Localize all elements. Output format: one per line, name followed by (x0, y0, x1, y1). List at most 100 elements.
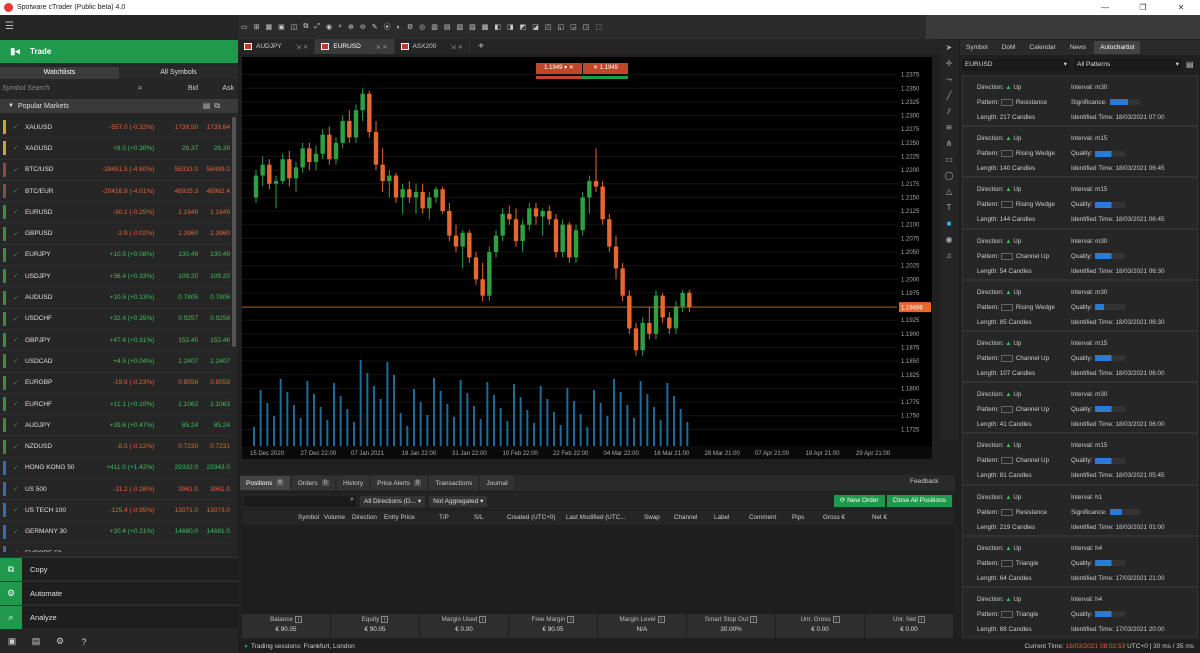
row-ask[interactable]: 0.7231 (198, 443, 230, 450)
new-order-button[interactable]: ⟳ New Order (833, 495, 885, 507)
toolbar-icon[interactable]: ▨ (469, 23, 476, 31)
right-tab[interactable]: Calendar (1023, 41, 1061, 54)
bottom-tab[interactable]: Orders 0 (291, 476, 335, 490)
column-header[interactable]: Channel (674, 514, 697, 521)
toolbar-icon[interactable]: ◐ (397, 24, 401, 31)
row-ask[interactable]: 29343.0 (198, 464, 231, 471)
toolbar-icon[interactable]: ✎ (372, 23, 378, 31)
column-header[interactable]: Label (714, 514, 729, 521)
toolbar-icon[interactable]: ◱ (558, 23, 565, 31)
column-header[interactable]: Entry Price (384, 514, 415, 521)
column-header[interactable]: Direction (352, 514, 377, 521)
pattern-card[interactable]: Direction: ▲ Up Interval: m30 Pattern: R… (962, 75, 1198, 127)
toolbar-icon[interactable]: ◧ (494, 23, 501, 31)
hamburger-menu-icon[interactable]: ☰ (5, 22, 17, 32)
info-icon[interactable]: i (381, 616, 389, 623)
watchlist-row[interactable]: ✓ XAUUSD -557.0 (-0.32%) 1739.50 1739.64 (0, 117, 231, 139)
bottom-tab[interactable]: History (336, 476, 370, 490)
cursor-icon[interactable]: ➤ (946, 40, 953, 56)
row-ask[interactable]: 85.24 (198, 422, 230, 429)
sell-price-button[interactable]: 1.1949 ▾ ✕ (536, 63, 582, 74)
watchlist-row[interactable]: ✓ NZDUSD -8.5 (-0.12%) 0.7230 0.7231 (0, 436, 230, 458)
price-chart[interactable]: 1.2375 1.2350 1.2325 1.2300 1.2275 1.2250 1.22… (242, 57, 932, 459)
toolbar-icon[interactable]: ◩ (520, 23, 527, 31)
bottom-tab[interactable]: Price Alerts 0 (371, 476, 428, 490)
pattern-card[interactable]: Direction: ▲ Up Interval: m15 Pattern: C… (962, 330, 1198, 383)
toolbar-icon[interactable]: ⊞ (254, 23, 260, 31)
quick-trade-box[interactable]: 1.1949 ▾ ✕ ✕ 1.1949 (536, 63, 628, 74)
nav-analyze[interactable]: ⌕ Analyze (0, 605, 238, 629)
pattern-card[interactable]: Direction: ▲ Up Interval: m15 Pattern: R… (962, 126, 1198, 178)
row-bid[interactable]: 3961.0 (154, 486, 198, 493)
row-ask[interactable]: 0.9258 (198, 315, 230, 322)
info-icon[interactable]: i (657, 616, 665, 623)
right-tab[interactable]: Symbol (960, 41, 994, 54)
feedback-link[interactable]: Feedback (910, 478, 939, 485)
row-bid[interactable]: 0.9257 (154, 315, 198, 322)
toolbar-icon[interactable]: ▧ (457, 23, 464, 31)
toolbar-icon[interactable]: ⌕ (338, 23, 342, 31)
toolbar-icon[interactable]: ⤢ (314, 23, 320, 31)
tab-all-symbols[interactable]: All Symbols (119, 67, 238, 79)
toolbar-icon[interactable]: ▥ (431, 23, 438, 31)
row-bid[interactable]: 1.1062 (154, 401, 198, 408)
row-bid[interactable]: 13071.0 (154, 507, 199, 514)
directions-dropdown[interactable]: All Directions (D... ▾ (360, 495, 426, 507)
tab-watchlists[interactable]: Watchlists (0, 67, 119, 79)
workspace-icon[interactable]: ▤ (24, 636, 48, 647)
watchlist-scrollbar[interactable] (232, 117, 236, 347)
watchlist-row[interactable]: ✓ EUROPE 50 (0, 543, 230, 552)
watchlist-row[interactable]: ✓ USDCAD +4.5 (+0.04%) 1.2407 1.2407 (0, 351, 230, 373)
toolbar-icon[interactable]: ⚙ (407, 23, 413, 31)
info-icon[interactable]: i (294, 616, 302, 623)
chart-tab[interactable]: EURUSD ⇲ ✕ (315, 39, 395, 54)
filter-icon[interactable]: ▤ (1186, 60, 1194, 69)
chart-tab[interactable]: ASX200 ⇲ ✕ (395, 39, 471, 54)
bottom-tab[interactable]: Transactions (429, 476, 479, 490)
column-header[interactable]: S/L (474, 514, 483, 521)
watchlist-row[interactable]: ✓ BTC/USD -28451.5 (-4.60%) 58333.0 5849… (0, 160, 230, 181)
row-bid[interactable]: 109.20 (154, 273, 198, 280)
info-icon[interactable]: i (567, 616, 575, 623)
row-bid[interactable]: 0.7230 (154, 443, 198, 450)
watchlist-row[interactable]: ✓ US 500 -11.2 (-0.28%) 3961.0 3961.0 (0, 479, 230, 501)
column-header[interactable]: T/P (439, 514, 449, 521)
nav-automate[interactable]: ⚙ Automate (0, 581, 238, 605)
row-ask[interactable]: 0.8559 (198, 379, 230, 386)
toolbar-icon[interactable]: ▣ (278, 23, 285, 31)
pattern-card[interactable]: Direction: ▲ Up Interval: m15 Pattern: C… (962, 433, 1198, 485)
maximize-button[interactable]: ❐ (1124, 3, 1162, 12)
group-tools-icon[interactable]: ▤⧉ (203, 101, 224, 111)
pattern-card[interactable]: Direction: ▲ Up Interval: m15 Pattern: R… (962, 177, 1198, 229)
row-ask[interactable]: 1739.64 (198, 124, 231, 131)
toolbar-icon[interactable]: ⊖ (360, 23, 366, 31)
positions-search-input[interactable]: ⌕ (244, 495, 356, 507)
watchlist-row[interactable]: ✓ USDJPY +36.4 (+0.33%) 109.20 109.20 (0, 266, 230, 288)
row-bid[interactable]: 48925.3 (154, 188, 199, 195)
close-tab-icon[interactable]: ⇲ ✕ (450, 43, 463, 51)
watchlist-row[interactable]: ✓ EURJPY +10.5 (+0.08%) 130.49 130.49 (0, 245, 230, 267)
row-ask[interactable]: 109.20 (198, 273, 230, 280)
right-tab[interactable]: DoM (996, 41, 1022, 54)
watchlist-row[interactable]: ✓ GBPUSD -2.9 (-0.02%) 1.3960 1.3960 (0, 223, 230, 245)
right-tab[interactable]: Autochartist (1094, 41, 1141, 54)
eye-icon[interactable]: ◉ (946, 232, 953, 248)
right-tab[interactable]: News (1064, 41, 1092, 54)
column-header[interactable]: Comment (749, 514, 776, 521)
toolbar-icon[interactable]: ⦿ (384, 22, 391, 32)
row-ask[interactable]: 58499.2 (198, 166, 231, 173)
popular-markets-group[interactable]: ▼ Popular Markets ▤⧉ (0, 99, 238, 113)
row-bid[interactable]: 1.2407 (154, 358, 198, 365)
column-header[interactable]: Pips (792, 514, 804, 521)
minimize-button[interactable]: — (1086, 3, 1124, 12)
row-ask[interactable]: 1.1949 (198, 209, 230, 216)
row-ask[interactable]: 26.39 (198, 145, 230, 152)
watchlist-row[interactable]: ✓ EURUSD -30.1 (-0.25%) 1.1949 1.1949 (0, 202, 230, 224)
column-header[interactable]: Last Modified (UTC... (566, 514, 626, 521)
text-icon[interactable]: T (947, 200, 952, 216)
pattern-card[interactable]: Direction: ▲ Up Interval: h1 Pattern: Re… (962, 484, 1198, 536)
toolbar-icon[interactable]: ◰ (545, 23, 552, 31)
buy-price-button[interactable]: ✕ 1.1949 (582, 63, 628, 74)
watchlist-row[interactable]: ✓ BTC/EUR -20416.9 (-4.01%) 48925.3 4896… (0, 181, 230, 203)
patterns-dropdown[interactable]: All Patterns ▾ (1074, 58, 1182, 71)
